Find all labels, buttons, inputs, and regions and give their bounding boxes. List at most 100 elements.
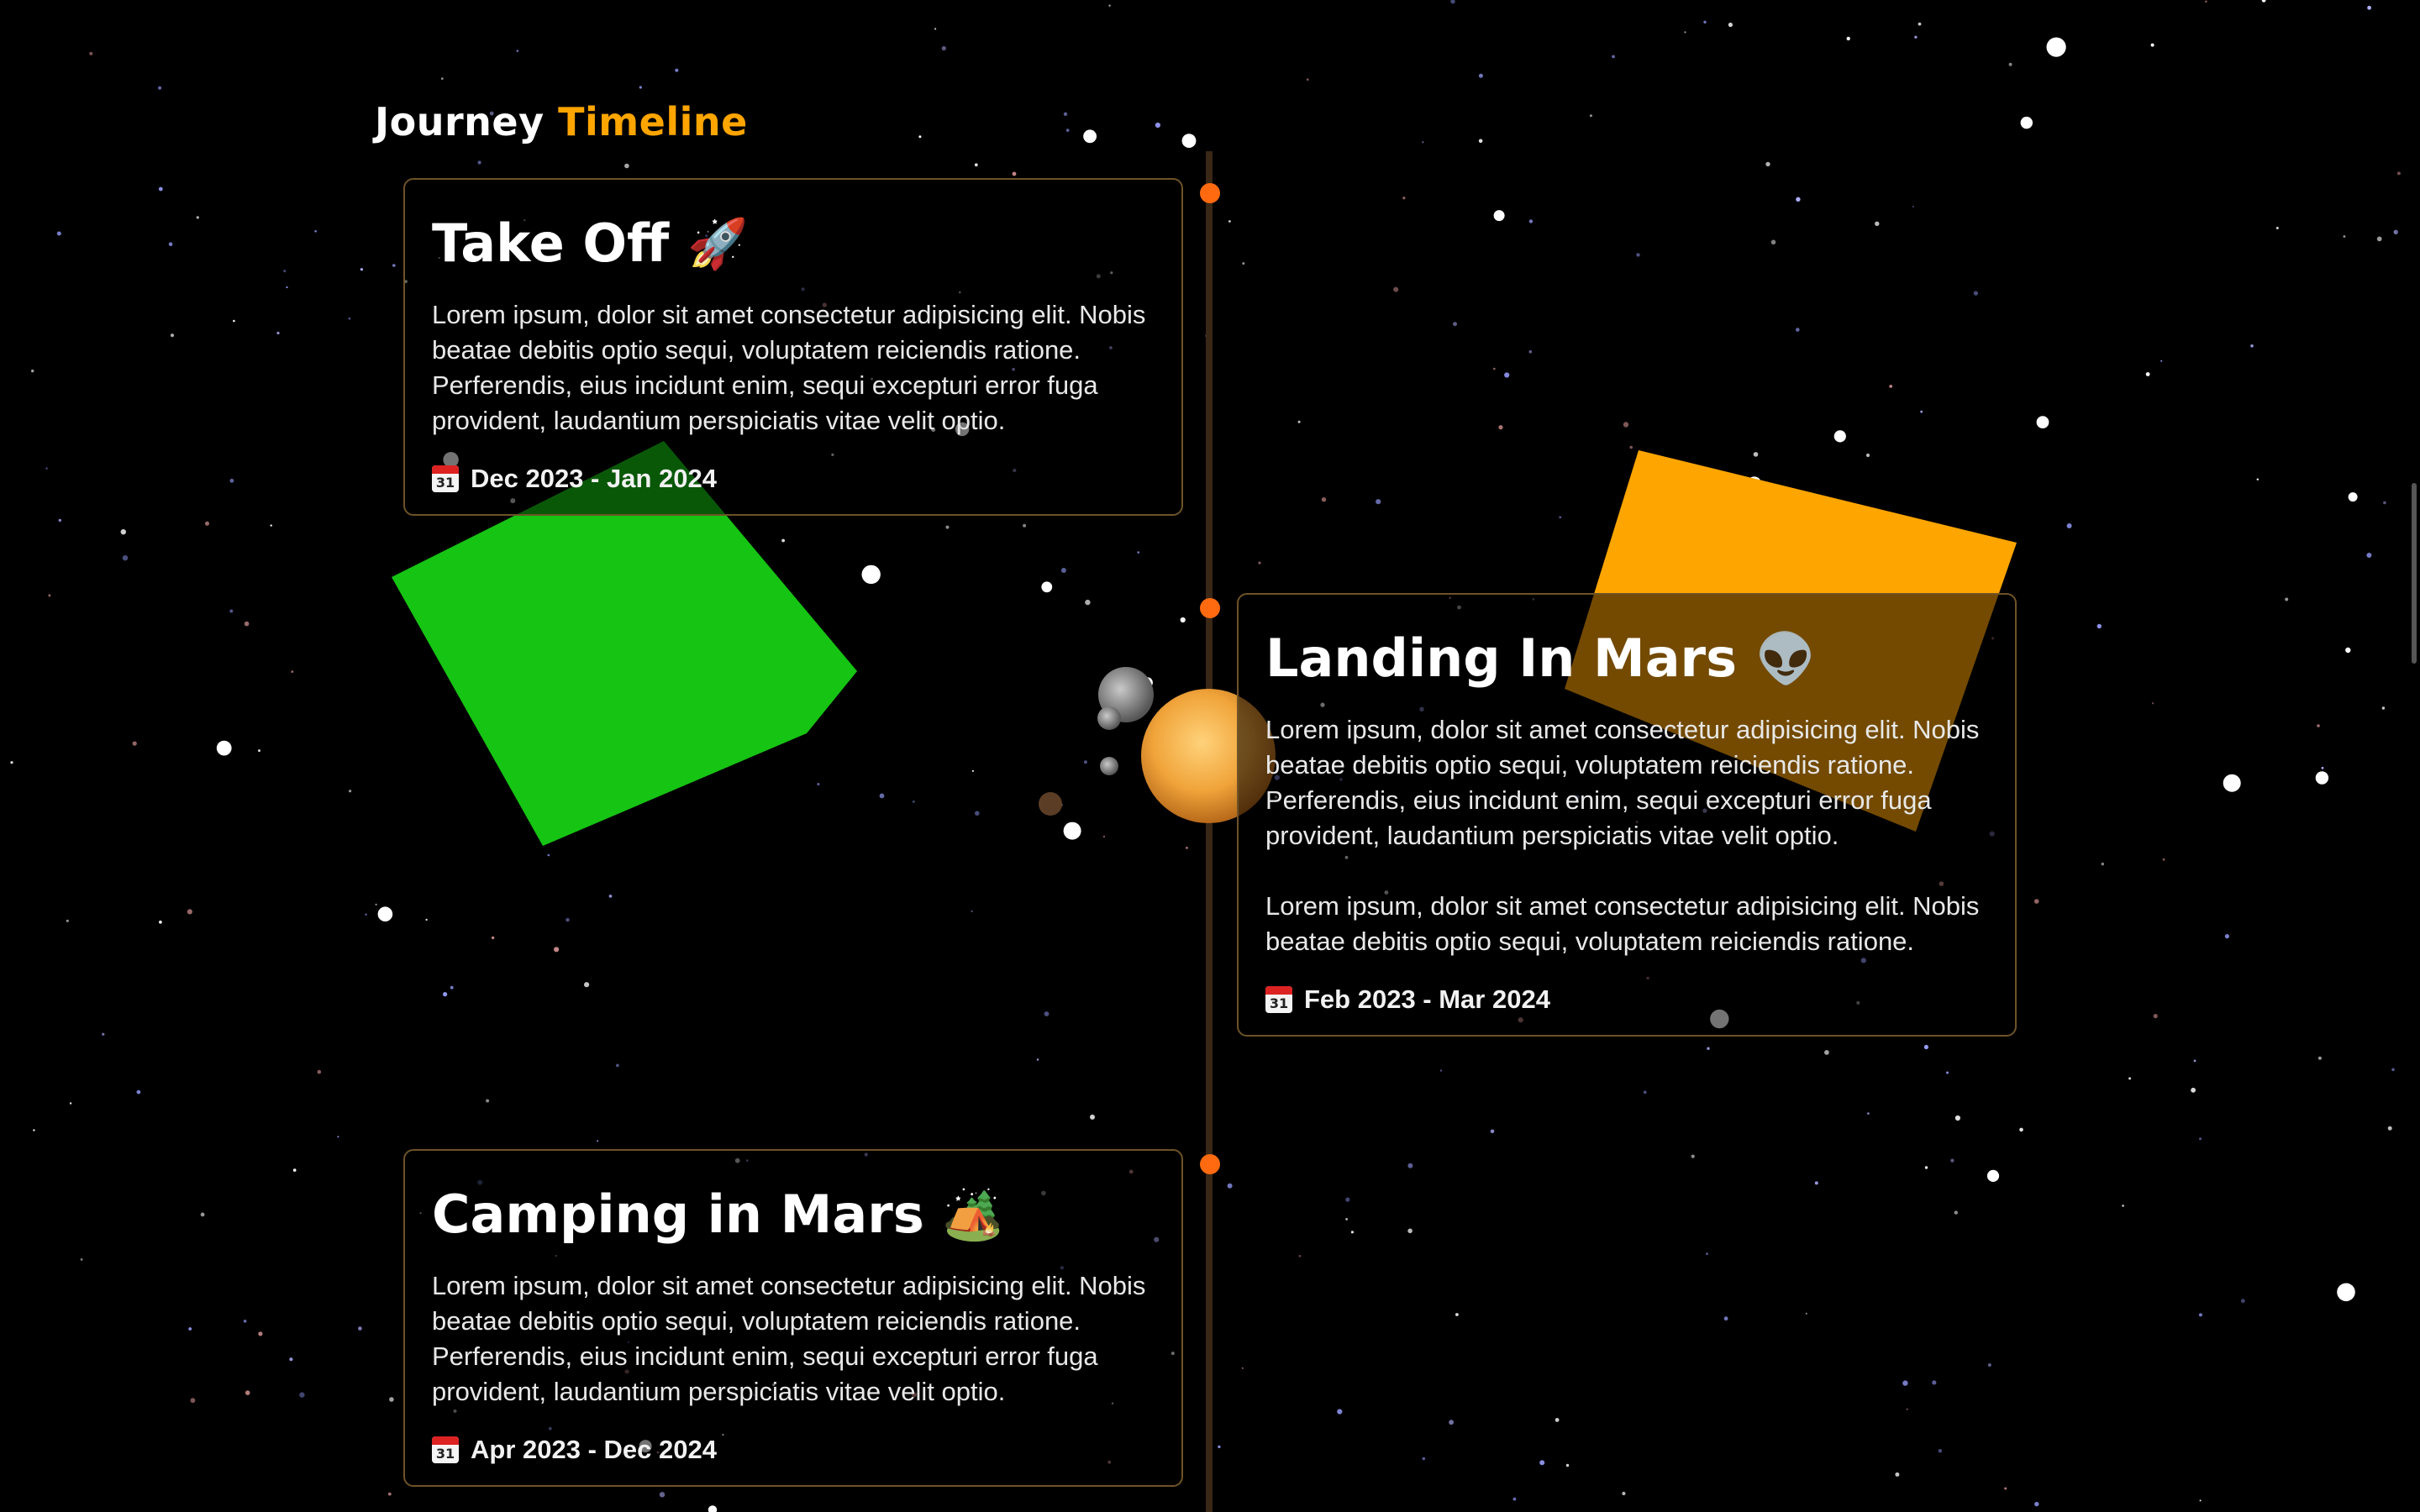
star — [1906, 1408, 1908, 1410]
scrollbar-thumb[interactable] — [2412, 483, 2417, 664]
star — [1023, 523, 1027, 528]
timeline-card-landing-in-mars: Landing In Mars 👽 Lorem ipsum, dolor sit… — [1237, 593, 2017, 1037]
title-accent: Timeline — [558, 99, 748, 144]
star — [1298, 1255, 1302, 1257]
moon-dark — [1039, 792, 1062, 816]
star — [554, 947, 560, 953]
star — [1805, 1312, 1807, 1315]
star — [1565, 1463, 1570, 1467]
star — [1065, 129, 1070, 132]
star — [229, 478, 234, 483]
calendar-icon: 31 — [1265, 986, 1292, 1014]
star — [2019, 1127, 2023, 1132]
star — [1636, 253, 1640, 257]
star — [2066, 523, 2072, 528]
star — [1041, 581, 1053, 593]
star — [1875, 221, 1880, 226]
star — [1920, 410, 1923, 413]
card-title: Camping in Mars 🏕️ — [432, 1184, 1155, 1245]
card-date-text: Apr 2023 - Dec 2024 — [471, 1435, 717, 1465]
star — [2315, 771, 2329, 785]
star — [1796, 328, 1800, 332]
star — [1889, 385, 1893, 388]
star — [1622, 1491, 1626, 1496]
star — [1455, 1313, 1459, 1316]
star — [2199, 1137, 2202, 1141]
star — [66, 919, 69, 922]
star — [2128, 1077, 2132, 1080]
star — [2046, 37, 2066, 57]
star — [1914, 35, 1918, 39]
star — [387, 1492, 392, 1496]
timeline-dot-3 — [1200, 1154, 1220, 1174]
star — [314, 230, 317, 233]
star — [1012, 171, 1017, 176]
star — [1504, 372, 1510, 378]
star — [2366, 553, 2372, 558]
star — [2191, 1087, 2196, 1093]
star — [1393, 286, 1399, 292]
star — [450, 985, 454, 990]
star — [1083, 129, 1097, 144]
star — [187, 909, 192, 915]
star — [2317, 1056, 2322, 1060]
star — [1946, 1071, 1949, 1074]
star — [2034, 1501, 2039, 1507]
star — [1703, 20, 1707, 24]
moon-small-1 — [1097, 706, 1121, 730]
star — [33, 1129, 35, 1131]
star — [375, 903, 377, 906]
star — [1923, 1044, 1928, 1050]
star — [102, 1032, 105, 1036]
star — [196, 216, 199, 219]
star — [270, 524, 272, 527]
camping-icon: 🏕️ — [942, 1186, 1003, 1244]
timeline-dot-2 — [1200, 598, 1220, 618]
star — [389, 1397, 394, 1402]
card-title-text: Landing In Mars — [1265, 627, 1738, 689]
star — [1227, 1183, 1233, 1189]
star — [1867, 1112, 1870, 1115]
star — [276, 331, 280, 335]
star — [912, 801, 915, 803]
star — [1528, 219, 1534, 223]
star — [1950, 1158, 1954, 1163]
star — [48, 594, 51, 597]
star — [1559, 516, 1561, 519]
star — [2008, 62, 2012, 66]
star — [584, 982, 590, 988]
card-title-text: Take Off — [432, 213, 670, 274]
star — [1728, 22, 1733, 28]
star — [1063, 112, 1068, 116]
star — [2343, 235, 2346, 238]
star — [2101, 862, 2104, 866]
star — [1528, 349, 1533, 354]
star — [89, 51, 93, 55]
star — [1814, 1181, 1818, 1185]
star — [1060, 568, 1066, 573]
alien-icon: 👽 — [1755, 630, 1817, 688]
star — [159, 920, 162, 924]
star — [2205, 0, 2207, 3]
star — [1623, 422, 1629, 428]
star — [365, 913, 367, 916]
star — [2160, 360, 2163, 362]
card-date: 31 Apr 2023 - Dec 2024 — [432, 1435, 1155, 1465]
star — [477, 160, 481, 165]
card-title-text: Camping in Mars — [432, 1184, 924, 1245]
star — [291, 670, 294, 673]
star — [443, 992, 448, 997]
star — [200, 1212, 205, 1217]
star — [45, 467, 48, 470]
star — [624, 163, 629, 169]
star — [2150, 43, 2154, 47]
star — [934, 28, 937, 30]
star — [188, 1327, 192, 1331]
star — [1137, 551, 1139, 554]
rocket-icon: 🚀 — [687, 215, 749, 273]
star — [258, 749, 260, 753]
star — [1987, 1363, 1991, 1367]
star — [1493, 210, 1505, 222]
star — [2036, 416, 2049, 428]
star — [1345, 1197, 1350, 1202]
